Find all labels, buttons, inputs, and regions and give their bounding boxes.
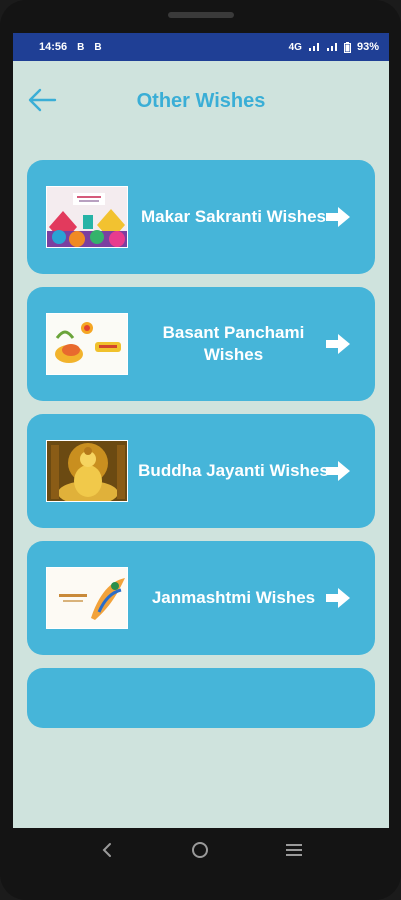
status-time: 14:56 <box>39 41 68 53</box>
card-basant-panchami[interactable]: Basant Panchami Wishes <box>27 287 375 401</box>
card-buddha-jayanti[interactable]: Buddha Jayanti Wishes <box>27 414 375 528</box>
app-screen: 14:56 B B 4G 93% Other Wishes Makar Sakr… <box>13 33 389 828</box>
nav-recents-icon[interactable] <box>279 835 309 865</box>
wishes-list: Makar Sakranti Wishes Basant Panchami Wi… <box>27 160 375 741</box>
nav-home-icon[interactable] <box>185 835 215 865</box>
arrow-right-icon <box>326 334 350 354</box>
arrow-right-icon <box>326 461 350 481</box>
battery-icon <box>343 41 351 53</box>
makar-sakranti-thumbnail <box>46 186 128 248</box>
card-makar-sakranti[interactable]: Makar Sakranti Wishes <box>27 160 375 274</box>
phone-frame: 14:56 B B 4G 93% Other Wishes Makar Sakr… <box>0 0 401 900</box>
signal-icon <box>326 43 337 51</box>
basant-panchami-thumbnail <box>46 313 128 375</box>
status-bar: 14:56 B B 4G 93% <box>13 33 389 61</box>
arrow-right-icon <box>326 207 350 227</box>
nav-back-icon[interactable] <box>92 835 122 865</box>
notification-icon: B <box>94 41 102 53</box>
buddha-jayanti-thumbnail <box>46 440 128 502</box>
system-nav-bar <box>0 828 401 872</box>
card-janmashtmi[interactable]: Janmashtmi Wishes <box>27 541 375 655</box>
app-header: Other Wishes <box>13 61 389 145</box>
signal-icon <box>308 43 319 51</box>
speaker-grille <box>168 12 234 18</box>
battery-level: 93% <box>356 41 379 53</box>
janmashtmi-thumbnail <box>46 567 128 629</box>
page-title: Other Wishes <box>136 90 266 112</box>
network-type-icon: 4G <box>288 41 302 53</box>
card-partial[interactable] <box>27 668 375 728</box>
arrow-right-icon <box>326 588 350 608</box>
notification-icon: B <box>77 41 85 53</box>
